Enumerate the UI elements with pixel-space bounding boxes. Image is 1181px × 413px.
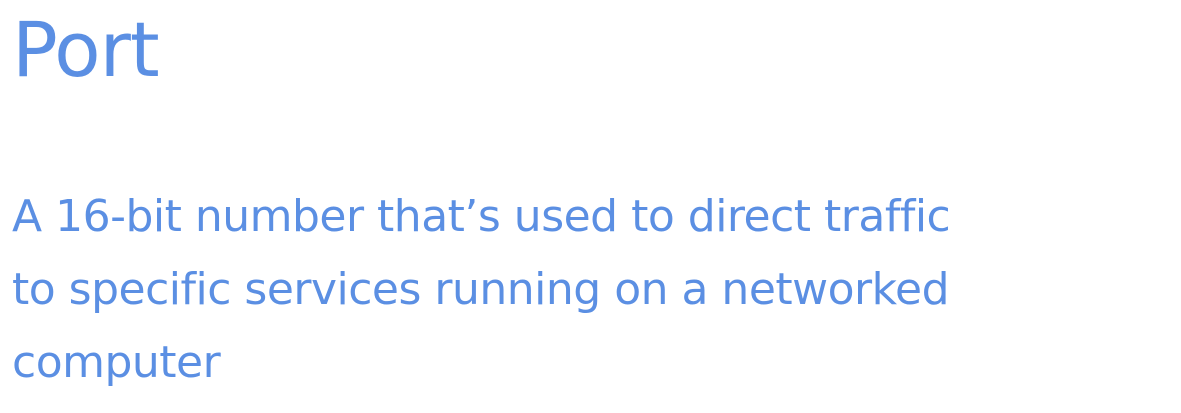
definition-line: to specific services running on a networ…	[12, 264, 950, 315]
definition-text: A 16-bit number that’s used to direct tr…	[12, 180, 1177, 399]
slide-title: Port	[12, 5, 160, 94]
definition-line: computer	[12, 337, 221, 388]
definition-line: A 16-bit number that’s used to direct tr…	[12, 191, 951, 242]
slide: Port A 16-bit number that’s used to dire…	[0, 0, 1181, 413]
